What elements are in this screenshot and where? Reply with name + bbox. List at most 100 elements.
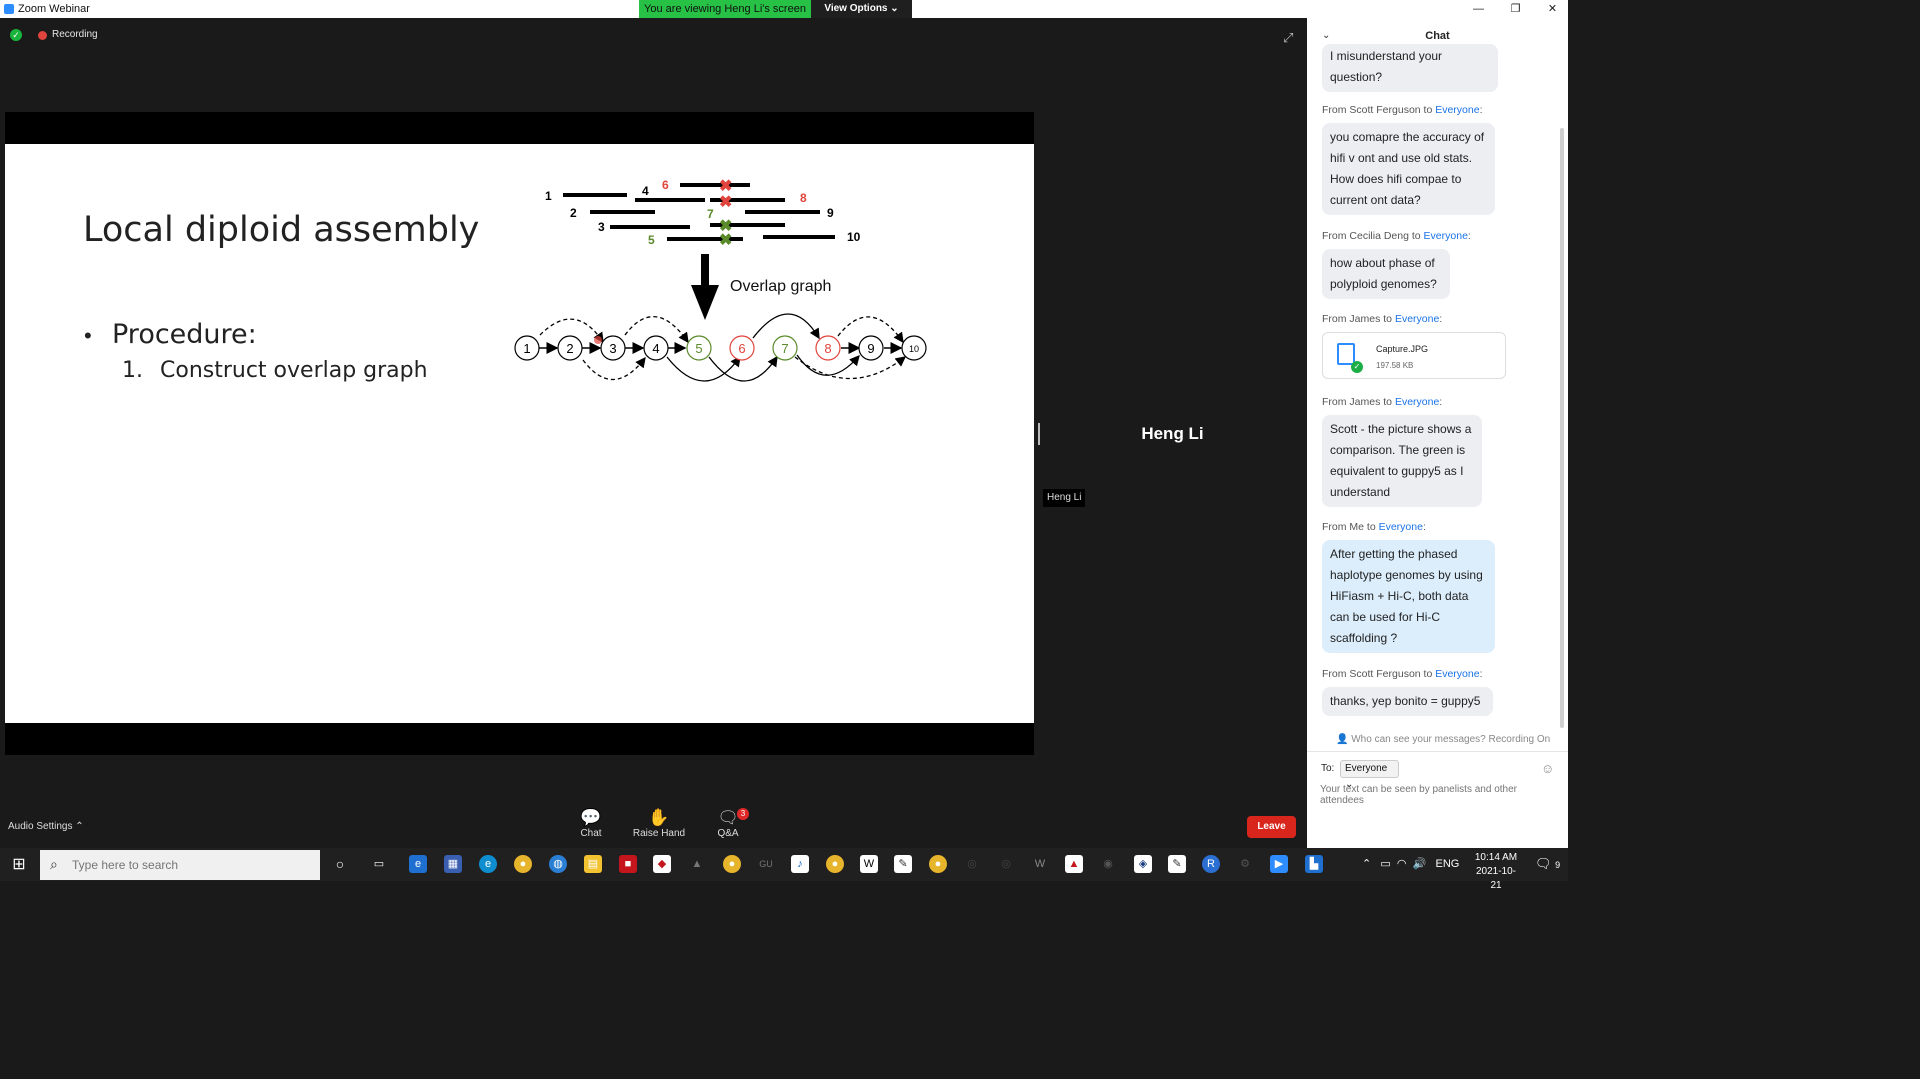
audio-settings-label: Audio Settings xyxy=(8,821,73,832)
slide-title: Local diploid assembly xyxy=(83,210,480,250)
edge-browser-icon[interactable]: e xyxy=(479,855,497,873)
read-label: 1 xyxy=(545,189,552,203)
notification-center-icon[interactable]: 🗨 9 xyxy=(1535,856,1560,872)
github-faded-icon[interactable]: ◎ xyxy=(963,855,981,873)
encryption-shield-icon[interactable]: ✓ xyxy=(10,29,22,41)
sketch-app-icon[interactable]: ✎ xyxy=(1168,855,1186,873)
audio-settings-button[interactable]: Audio Settings ⌃ xyxy=(8,821,84,832)
chat-recipient-link[interactable]: Everyone xyxy=(1435,104,1479,116)
zoom-app-icon xyxy=(4,4,14,14)
read-label: 5 xyxy=(648,233,655,247)
windows-start-icon[interactable]: ⊞ xyxy=(0,848,38,881)
qa-count-badge: 3 xyxy=(737,808,749,820)
raise-hand-button[interactable]: ✋ Raise Hand xyxy=(629,808,689,839)
chat-message-bubble: you comapre the accuracy of hifi v ont a… xyxy=(1322,123,1495,215)
chat-message-bubble: I misunderstand your question? xyxy=(1322,44,1498,92)
zoom-taskbar-icon[interactable]: ▶ xyxy=(1270,855,1288,873)
recipient-select-value: Everyone xyxy=(1345,763,1388,774)
chrome-third-icon[interactable]: ● xyxy=(929,855,947,873)
taskbar-clock[interactable]: 10:14 AM 2021-10-21 xyxy=(1471,851,1521,893)
graph-node-label: 10 xyxy=(909,344,919,354)
chat-scrollbar[interactable] xyxy=(1560,128,1564,728)
leave-button[interactable]: Leave xyxy=(1247,816,1296,838)
chat-message-bubble: Scott - the picture shows a comparison. … xyxy=(1322,415,1482,507)
volume-icon[interactable]: 🔊 xyxy=(1413,858,1427,870)
chrome-alt-icon[interactable]: ● xyxy=(826,855,844,873)
slide-step-number: 1. xyxy=(122,358,143,383)
github-desktop-icon[interactable]: ◉ xyxy=(1099,855,1117,873)
view-options-button[interactable]: View Options ⌄ xyxy=(811,0,912,18)
network-icon[interactable]: ▭ xyxy=(1380,858,1390,870)
graph-node-label: 1 xyxy=(523,341,530,356)
recipient-select[interactable]: Everyone ⌄ xyxy=(1340,760,1399,790)
close-icon[interactable]: ✕ xyxy=(1534,2,1571,15)
taskbar-search-input[interactable] xyxy=(72,856,312,874)
github-faded-icon-2[interactable]: ◎ xyxy=(997,855,1015,873)
chrome-profile-icon[interactable]: ● xyxy=(723,855,741,873)
red-app-icon[interactable]: ■ xyxy=(619,855,637,873)
view-options-label: View Options xyxy=(824,3,888,14)
chat-recipient-link[interactable]: Everyone xyxy=(1435,668,1479,680)
gu-app-icon[interactable]: GU xyxy=(757,855,775,873)
file-size: 197.58 KB xyxy=(1376,361,1414,370)
minimize-icon[interactable]: — xyxy=(1460,3,1497,15)
chat-button-label: Chat xyxy=(580,828,602,839)
panel-resize-handle[interactable] xyxy=(1038,423,1040,445)
privacy-note-text: Who can see your messages? Recording On xyxy=(1351,734,1551,745)
download-complete-icon: ✓ xyxy=(1351,361,1363,373)
chevron-down-icon: ⌄ xyxy=(890,3,899,14)
shield-app-icon[interactable]: ◈ xyxy=(1134,855,1152,873)
language-indicator[interactable]: ENG xyxy=(1436,858,1460,870)
slide-step: Construct overlap graph xyxy=(160,358,428,383)
chevron-down-icon[interactable]: ⌄ xyxy=(1322,30,1330,41)
task-view-icon[interactable]: ▭ xyxy=(370,855,388,873)
conflict-mark-icon: ✖ xyxy=(719,232,732,249)
chat-button[interactable]: 💬 Chat xyxy=(571,808,611,839)
image-viewer-icon[interactable]: ▙ xyxy=(1305,855,1323,873)
qa-button-label: Q&A xyxy=(717,828,739,839)
globe-app-icon[interactable]: ◍ xyxy=(549,855,567,873)
chat-sender-from: From James to xyxy=(1322,313,1395,325)
read-label: 3 xyxy=(598,220,605,234)
restore-icon[interactable]: ❐ xyxy=(1497,2,1534,15)
chrome-app-icon[interactable]: ● xyxy=(514,855,532,873)
chat-message-input[interactable] xyxy=(1320,784,1555,818)
settings-gear-icon[interactable]: ⚙ xyxy=(1236,855,1254,873)
taskbar-search-box[interactable]: ⌕ xyxy=(40,850,320,880)
internet-explorer-icon[interactable]: e xyxy=(409,855,427,873)
acrobat-app-icon[interactable]: ▲ xyxy=(1065,855,1083,873)
chat-recipient-link[interactable]: Everyone xyxy=(1395,396,1439,408)
chat-recipient-link[interactable]: Everyone xyxy=(1395,313,1439,325)
fullscreen-icon[interactable]: ⤢ xyxy=(1283,30,1293,46)
speaker-name-tag: Heng Li xyxy=(1043,489,1086,507)
chat-sender: From Scott Ferguson to Everyone: xyxy=(1322,668,1483,680)
file-explorer-icon[interactable]: ▤ xyxy=(584,855,602,873)
graduation-cap-icon[interactable]: ▲ xyxy=(688,855,706,873)
r-app-icon[interactable]: R xyxy=(1202,855,1220,873)
wikipedia-app-icon[interactable]: W xyxy=(860,855,878,873)
wifi-icon[interactable]: ◠ xyxy=(1397,858,1407,870)
drawing-app-icon[interactable]: ✎ xyxy=(894,855,912,873)
chevron-up-icon[interactable]: ⌃ xyxy=(1362,858,1371,870)
emoji-icon[interactable]: ☺ xyxy=(1541,761,1554,776)
chat-recipient-link[interactable]: Everyone xyxy=(1424,230,1468,242)
read-label: 10 xyxy=(847,230,861,244)
chat-sender: From James to Everyone: xyxy=(1322,396,1443,408)
calendar-app-icon[interactable]: ▦ xyxy=(444,855,462,873)
word-app-icon[interactable]: W xyxy=(1031,855,1049,873)
chat-privacy-note[interactable]: 👤 Who can see your messages? Recording O… xyxy=(1336,734,1550,745)
chat-recipient-link[interactable]: Everyone xyxy=(1379,521,1423,533)
chat-sender: From Scott Ferguson to Everyone: xyxy=(1322,104,1483,116)
chat-message-bubble: how about phase of polyploid genomes? xyxy=(1322,249,1450,299)
viewing-screen-banner: You are viewing Heng Li's screen xyxy=(639,0,811,18)
system-tray: ⌃ ▭ ◠ 🔊 ENG xyxy=(1362,857,1459,870)
raise-hand-label: Raise Hand xyxy=(632,828,686,839)
clock-time: 10:14 AM xyxy=(1474,852,1518,863)
pdf-app-icon[interactable]: ◆ xyxy=(653,855,671,873)
overlap-graph-diagram: 1 2 3 4 5 6 7 8 9 10 ✖ ✖ ✖ ✖ Overlap gra… xyxy=(514,178,927,382)
chat-sender-from: From Scott Ferguson to xyxy=(1322,104,1436,116)
notepad-app-icon[interactable]: ♪ xyxy=(791,855,809,873)
cortana-icon[interactable]: ○ xyxy=(331,855,349,873)
chat-sender: From Me to Everyone: xyxy=(1322,521,1426,533)
read-label: 4 xyxy=(642,184,649,198)
